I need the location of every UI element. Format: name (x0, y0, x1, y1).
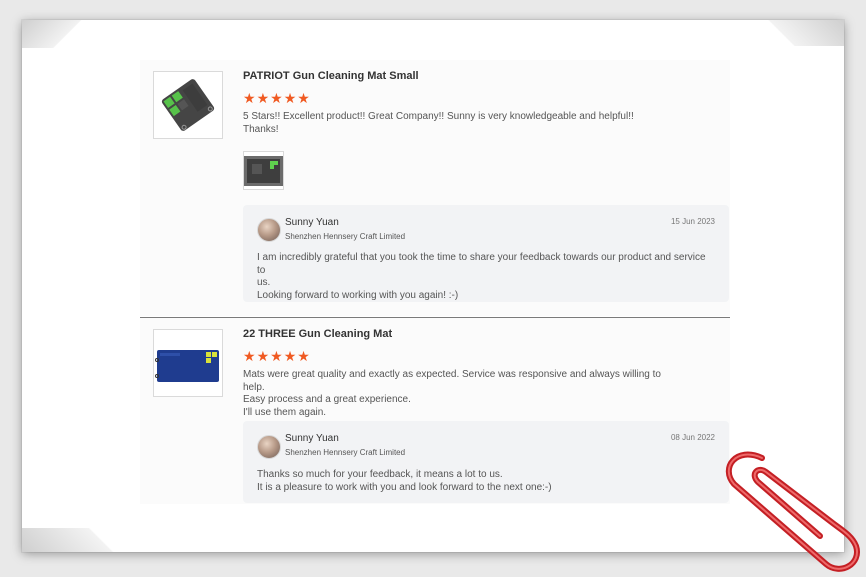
reply-name: Sunny Yuan (285, 433, 339, 444)
product-image (161, 79, 215, 131)
star-icon: ★ (243, 348, 256, 364)
seller-reply: Sunny Yuan Shenzhen Hennsery Craft Limit… (243, 421, 729, 503)
review-text-line: I'll use them again. (243, 406, 327, 418)
review-photo[interactable] (243, 151, 284, 190)
star-icon: ★ (297, 90, 310, 106)
review-text-line: 5 Stars!! Excellent product!! Great Comp… (243, 111, 634, 122)
review-photo-image (244, 156, 283, 186)
review-text-line: Mats were great quality and exactly as e… (243, 369, 661, 393)
star-icon: ★ (297, 348, 310, 364)
reply-text: I am incredibly grateful that you took t… (257, 252, 709, 302)
star-icon: ★ (283, 90, 297, 106)
reply-text-line: It is a pleasure to work with you and lo… (257, 481, 552, 493)
reply-text-line: Thanks so much for your feedback, it mea… (257, 469, 503, 480)
star-icon: ★ (243, 90, 256, 106)
review-text: Mats were great quality and exactly as e… (243, 369, 673, 419)
review-text-line: Easy process and a great experience. (243, 394, 411, 405)
star-icon: ★ (256, 348, 270, 364)
review-text-line: Thanks! (243, 123, 279, 135)
reply-text-line: Looking forward to working with you agai… (257, 289, 459, 301)
reply-date: 15 Jun 2023 (670, 217, 715, 226)
reply-text-line: us. (257, 277, 271, 288)
product-thumbnail[interactable] (153, 329, 223, 397)
avatar (257, 218, 281, 242)
star-icon: ★ (270, 348, 283, 364)
reply-company: Shenzhen Hennsery Craft Limited (285, 232, 406, 241)
product-title[interactable]: PATRIOT Gun Cleaning Mat Small (243, 70, 419, 82)
rating-stars: ★ ★ ★ ★ ★ (243, 349, 310, 363)
reply-date: 08 Jun 2022 (670, 433, 715, 442)
page-curl (734, 20, 844, 46)
seller-reply: Sunny Yuan Shenzhen Hennsery Craft Limit… (243, 205, 729, 302)
reply-name: Sunny Yuan (285, 217, 339, 228)
product-title[interactable]: 22 THREE Gun Cleaning Mat (243, 328, 392, 340)
product-image (155, 350, 219, 382)
reply-text: Thanks so much for your feedback, it mea… (257, 469, 709, 494)
avatar (257, 435, 281, 459)
star-icon: ★ (283, 348, 297, 364)
star-icon: ★ (256, 90, 270, 106)
page-curl (22, 20, 92, 48)
rating-stars: ★ ★ ★ ★ ★ (243, 91, 310, 105)
star-icon: ★ (270, 90, 283, 106)
reply-company: Shenzhen Hennsery Craft Limited (285, 448, 406, 457)
paperclip-icon (725, 451, 860, 572)
reply-text-line: I am incredibly grateful that you took t… (257, 252, 706, 276)
product-thumbnail[interactable] (153, 71, 223, 139)
page-curl (22, 528, 162, 552)
review-text: 5 Stars!! Excellent product!! Great Comp… (243, 111, 673, 136)
